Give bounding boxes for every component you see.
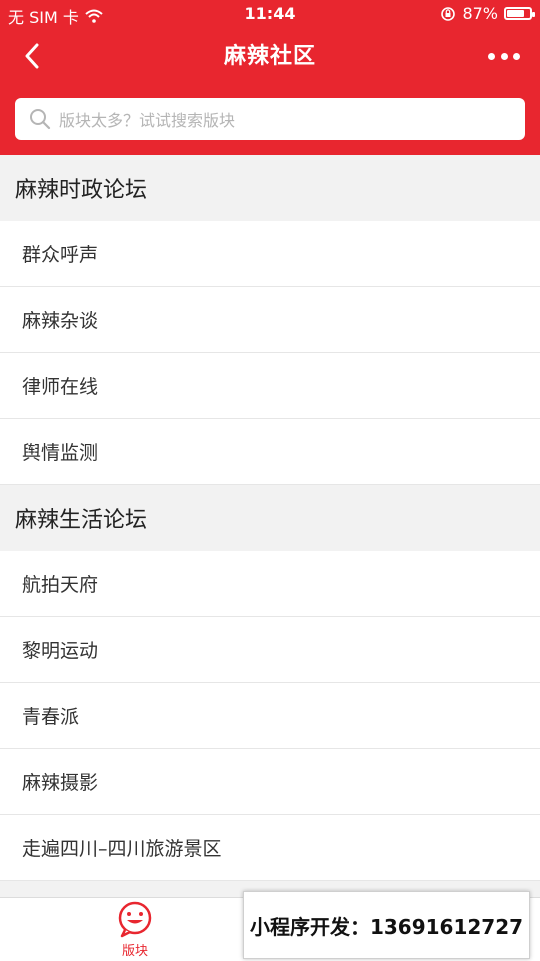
list-item[interactable]: 麻辣摄影 <box>0 749 540 815</box>
list-item[interactable]: 航拍天府 <box>0 551 540 617</box>
tab-forums[interactable]: 版块 <box>100 900 170 960</box>
forum-list: 麻辣时政论坛 群众呼声 麻辣杂谈 律师在线 舆情监测 麻辣生活论坛 航拍天府 黎… <box>0 155 540 881</box>
orientation-lock-icon <box>441 6 456 21</box>
more-button[interactable] <box>488 48 520 64</box>
list-item[interactable]: 舆情监测 <box>0 419 540 485</box>
search-icon <box>30 109 51 130</box>
list-item[interactable]: 走遍四川–四川旅游景区 <box>0 815 540 881</box>
battery-percent: 87% <box>462 4 498 23</box>
chat-smile-icon <box>118 901 152 938</box>
navbar: 麻辣社区 <box>0 28 540 84</box>
status-bar: 无 SIM 卡 11:44 87% <box>0 0 540 28</box>
page-title: 麻辣社区 <box>223 44 316 69</box>
section-header: 麻辣生活论坛 <box>0 485 540 551</box>
list-item[interactable]: 麻辣杂谈 <box>0 287 540 353</box>
battery-icon <box>504 7 535 20</box>
list-item[interactable]: 黎明运动 <box>0 617 540 683</box>
search-placeholder: 版块太多？试试搜索版块 <box>59 111 236 130</box>
more-dots-icon <box>488 52 495 60</box>
search-input[interactable]: 版块太多？试试搜索版块 <box>15 98 525 140</box>
promo-banner: 小程序开发：13691612727 <box>243 891 530 959</box>
battery-level <box>507 10 525 17</box>
list-item[interactable]: 律师在线 <box>0 353 540 419</box>
list-item[interactable]: 青春派 <box>0 683 540 749</box>
header: 无 SIM 卡 11:44 87% 麻辣社区 版块太多？试试搜索版块 <box>0 0 540 155</box>
section-header: 麻辣时政论坛 <box>0 155 540 221</box>
tab-forums-label: 版块 <box>121 944 148 959</box>
list-item[interactable]: 群众呼声 <box>0 221 540 287</box>
